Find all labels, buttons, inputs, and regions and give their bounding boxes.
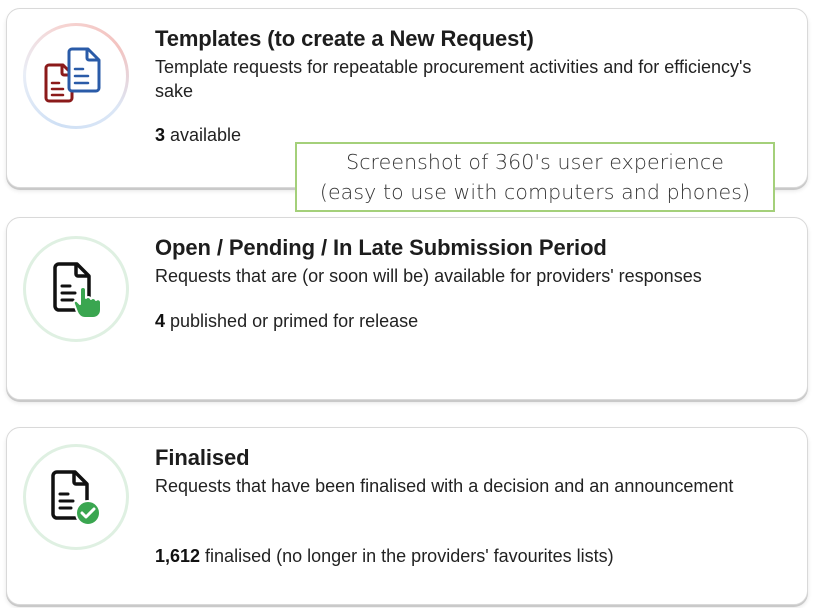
card-count: 4 published or primed for release: [155, 311, 418, 332]
count-suffix: finalised (no longer in the providers' f…: [200, 546, 614, 566]
document-checkmark-icon: [51, 470, 101, 526]
card-title: Finalised: [155, 445, 250, 470]
finalised-card[interactable]: Finalised Requests that have been finali…: [6, 427, 808, 605]
finalised-icon-circle: [23, 444, 129, 550]
count-suffix: available: [165, 125, 242, 145]
count-value: 3: [155, 125, 166, 145]
annotation-callout: Screenshot of 360's user experience (eas…: [295, 142, 775, 212]
card-description: Requests that have been finalised with a…: [155, 476, 734, 496]
card-title: Open / Pending / In Late Submission Peri…: [155, 235, 607, 260]
annotation-line-2: (easy to use with computers and phones): [319, 180, 751, 204]
card-count: 3 available: [155, 125, 241, 146]
count-value: 1,612: [155, 546, 201, 566]
card-title: Templates (to create a New Request): [155, 26, 534, 51]
card-count: 1,612 finalised (no longer in the provid…: [155, 546, 614, 567]
count-value: 4: [155, 311, 166, 331]
templates-documents-icon: [44, 47, 101, 103]
document-pointer-icon: [53, 262, 102, 319]
card-description: Template requests for repeatable procure…: [155, 57, 752, 101]
templates-icon-circle: [23, 23, 129, 129]
card-description: Requests that are (or soon will be) avai…: [155, 266, 702, 286]
open-icon-circle: [23, 236, 129, 342]
annotation-line-1: Screenshot of 360's user experience: [346, 150, 724, 174]
count-suffix: published or primed for release: [165, 311, 419, 331]
open-pending-card[interactable]: Open / Pending / In Late Submission Peri…: [6, 217, 808, 400]
